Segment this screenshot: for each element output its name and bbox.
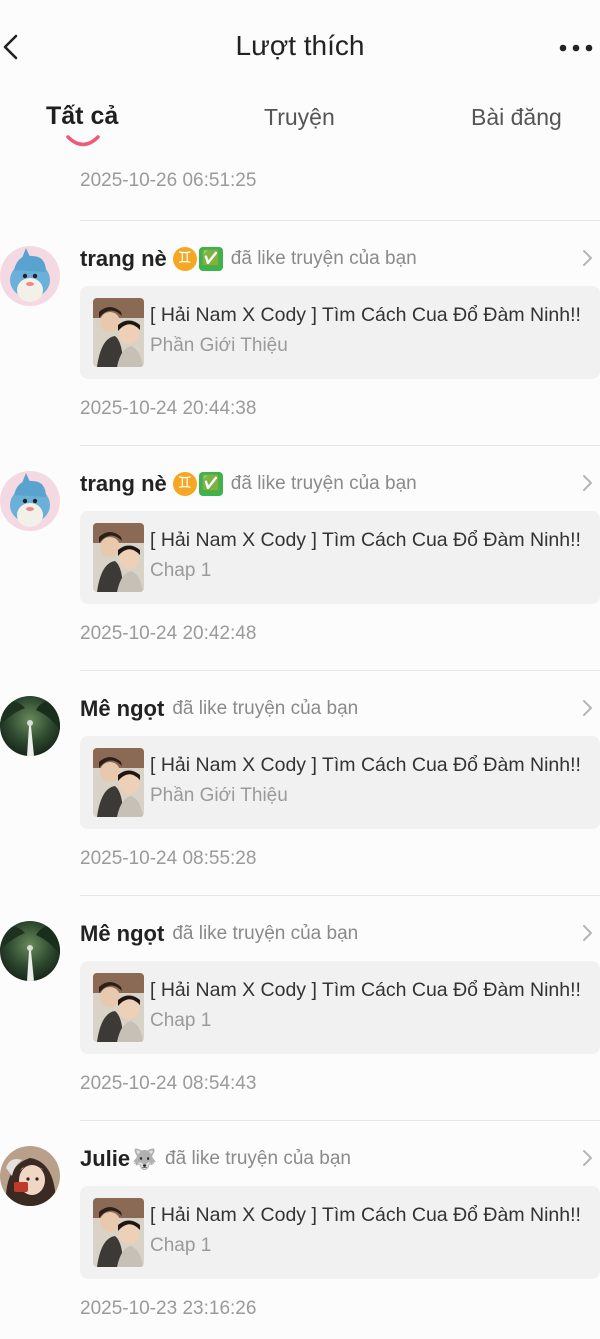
- timestamp: 2025-10-24 08:54:43: [80, 1073, 257, 1094]
- tab-posts[interactable]: Bài đăng: [471, 104, 562, 131]
- user-name[interactable]: Mê ngọt: [80, 696, 164, 722]
- story-thumbnail: [93, 973, 144, 1042]
- timestamp: 2025-10-24 20:44:38: [80, 398, 257, 419]
- wolf-badge-icon: 🐺: [132, 1148, 158, 1171]
- list-item[interactable]: trang nè ♊ ✅ đã like truyện của bạn [ Hả…: [0, 445, 600, 670]
- story-thumbnail: [93, 523, 144, 592]
- gemini-badge-icon: ♊: [172, 472, 197, 496]
- avatar[interactable]: [0, 246, 60, 306]
- story-title: [ Hải Nam X Cody ] Tìm Cách Cua Đổ Đàm N…: [150, 979, 581, 1001]
- story-title: [ Hải Nam X Cody ] Tìm Cách Cua Đổ Đàm N…: [150, 754, 581, 776]
- timestamp: 2025-10-23 23:16:26: [80, 1298, 257, 1319]
- chapter-label: Chap 1: [150, 1235, 212, 1256]
- page-title: Lượt thích: [235, 30, 365, 61]
- timestamp: 2025-10-24 20:42:48: [80, 623, 257, 644]
- list-item[interactable]: Mê ngọt đã like truyện của bạn [ Hải Nam…: [0, 895, 600, 1120]
- divider: [80, 895, 600, 896]
- timestamp: 2025-10-24 08:55:28: [80, 848, 257, 869]
- story-title: [ Hải Nam X Cody ] Tìm Cách Cua Đổ Đàm N…: [150, 304, 581, 326]
- story-card[interactable]: [ Hải Nam X Cody ] Tìm Cách Cua Đổ Đàm N…: [80, 961, 600, 1054]
- chapter-label: Chap 1: [150, 1010, 212, 1031]
- check-badge-icon: ✅: [198, 472, 223, 496]
- user-line: trang nè ♊ ✅ đã like truyện của bạn: [80, 469, 417, 499]
- avatar[interactable]: [0, 696, 60, 756]
- user-line: Julie 🐺 đã like truyện của bạn: [80, 1144, 351, 1174]
- more-button[interactable]: [556, 34, 596, 62]
- user-name[interactable]: trang nè: [80, 471, 167, 497]
- user-badges: 🐺: [132, 1147, 157, 1172]
- story-title: [ Hải Nam X Cody ] Tìm Cách Cua Đổ Đàm N…: [150, 529, 581, 551]
- avatar[interactable]: [0, 921, 60, 981]
- story-card[interactable]: [ Hải Nam X Cody ] Tìm Cách Cua Đổ Đàm N…: [80, 511, 600, 604]
- list-item[interactable]: Mê ngọt đã like truyện của bạn [ Hải Nam…: [0, 670, 600, 895]
- action-text: đã like truyện của bạn: [230, 473, 417, 494]
- top-bar: Lượt thích: [0, 0, 600, 100]
- chevron-right-icon[interactable]: [582, 698, 594, 718]
- story-thumbnail: [93, 298, 144, 367]
- check-badge-icon: ✅: [198, 247, 223, 271]
- user-badges: ♊ ✅: [172, 247, 223, 271]
- action-text: đã like truyện của bạn: [172, 923, 359, 944]
- user-name[interactable]: Mê ngọt: [80, 921, 164, 947]
- active-tab-indicator: [66, 135, 100, 147]
- divider: [80, 670, 600, 671]
- action-text: đã like truyện của bạn: [165, 1148, 351, 1169]
- chapter-label: Chap 1: [150, 560, 212, 581]
- user-line: trang nè ♊ ✅ đã like truyện của bạn: [80, 244, 417, 274]
- action-text: đã like truyện của bạn: [172, 698, 359, 719]
- divider: [80, 220, 600, 221]
- timestamp: 2025-10-26 06:51:25: [80, 170, 257, 191]
- list-item[interactable]: trang nè ♊ ✅ đã like truyện của bạn [ Hả…: [0, 220, 600, 445]
- divider: [80, 1120, 600, 1121]
- chevron-right-icon[interactable]: [582, 473, 594, 493]
- user-name[interactable]: trang nè: [80, 246, 167, 272]
- divider: [80, 445, 600, 446]
- avatar[interactable]: [0, 1146, 60, 1206]
- tab-all[interactable]: Tất cả: [46, 102, 118, 131]
- user-name[interactable]: Julie: [80, 1146, 130, 1172]
- chevron-right-icon[interactable]: [582, 923, 594, 943]
- list-item[interactable]: Julie 🐺 đã like truyện của bạn [ Hải Nam…: [0, 1120, 600, 1339]
- user-line: Mê ngọt đã like truyện của bạn: [80, 919, 358, 949]
- story-thumbnail: [93, 748, 144, 817]
- story-card[interactable]: [ Hải Nam X Cody ] Tìm Cách Cua Đổ Đàm N…: [80, 286, 600, 379]
- story-card[interactable]: [ Hải Nam X Cody ] Tìm Cách Cua Đổ Đàm N…: [80, 1186, 600, 1279]
- chapter-label: Phần Giới Thiệu: [150, 335, 288, 356]
- tab-stories[interactable]: Truyện: [264, 104, 335, 131]
- chevron-right-icon[interactable]: [582, 1148, 594, 1168]
- tab-bar: Tất cả Truyện Bài đăng: [0, 96, 600, 156]
- story-card[interactable]: [ Hải Nam X Cody ] Tìm Cách Cua Đổ Đàm N…: [80, 736, 600, 829]
- gemini-badge-icon: ♊: [172, 247, 197, 271]
- story-title: [ Hải Nam X Cody ] Tìm Cách Cua Đổ Đàm N…: [150, 1204, 581, 1226]
- avatar[interactable]: [0, 471, 60, 531]
- action-text: đã like truyện của bạn: [230, 248, 417, 269]
- more-horizontal-icon: [559, 44, 593, 52]
- story-thumbnail: [93, 1198, 144, 1267]
- user-line: Mê ngọt đã like truyện của bạn: [80, 694, 358, 724]
- chapter-label: Phần Giới Thiệu: [150, 785, 288, 806]
- chevron-right-icon[interactable]: [582, 248, 594, 268]
- user-badges: ♊ ✅: [172, 472, 223, 496]
